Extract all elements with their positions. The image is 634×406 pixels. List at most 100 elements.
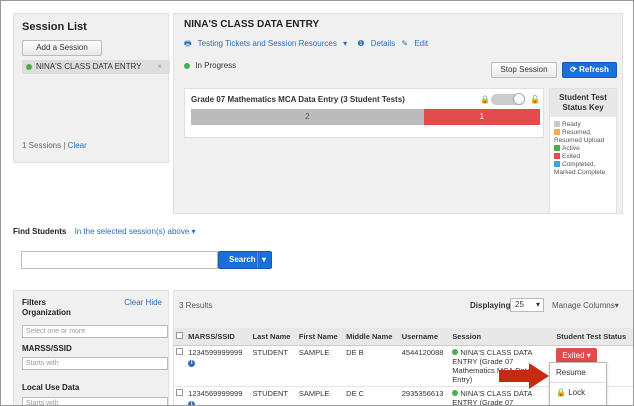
find-students-label: Find Students — [13, 227, 67, 236]
session-list-item-label: NINA'S CLASS DATA ENTRY — [36, 62, 142, 71]
select-all-header[interactable] — [174, 328, 187, 346]
middle-name-cell: DE B — [344, 345, 400, 387]
info-icon: ❶ — [357, 39, 365, 48]
edit-link[interactable]: Edit — [414, 39, 428, 48]
session-list-title: Session List — [22, 21, 87, 33]
middle-name-cell: DE C — [344, 386, 400, 405]
session-list-panel: Session List Add a Session NINA'S CLASS … — [13, 13, 170, 163]
refresh-button-label: Refresh — [579, 65, 609, 74]
col-header-first-name[interactable]: First Name — [296, 328, 345, 346]
status-key-label: Completed, Marked Complete — [554, 161, 606, 176]
marss-cell: 1234569999999 i — [186, 386, 251, 405]
red-arrow-shape — [499, 363, 549, 389]
student-search-input[interactable] — [21, 251, 218, 269]
unlock-icon: 🔓 — [530, 95, 540, 104]
details-link[interactable]: Details — [371, 39, 395, 48]
marss-value: 1234599999999 — [188, 348, 243, 357]
col-header-middle-name[interactable]: Middle Name — [344, 328, 400, 346]
lock-toggle[interactable] — [491, 93, 525, 105]
add-session-button[interactable]: Add a Session — [22, 40, 102, 56]
lock-icon: 🔒 — [556, 388, 566, 397]
test-progress-card: Grade 07 Mathematics MCA Data Entry (3 S… — [184, 88, 544, 138]
active-status-dot-icon — [452, 390, 459, 396]
col-header-username[interactable]: Username — [399, 328, 451, 346]
caret-down-icon: ▾ — [614, 301, 619, 310]
status-key-item: Completed, Marked Complete — [550, 161, 616, 177]
find-scope-label: In the selected session(s) above — [74, 227, 190, 236]
session-status-label: In Progress — [195, 61, 237, 70]
session-list-item[interactable]: NINA'S CLASS DATA ENTRY × — [22, 60, 170, 74]
last-name-cell: STUDENT — [250, 386, 297, 405]
status-key-item: Active — [550, 145, 616, 153]
sessions-count-text: 1 Sessions | — [22, 141, 66, 150]
in-progress-dot-icon — [184, 63, 190, 69]
status-swatch — [554, 145, 560, 151]
ticket-icon: 🖶 — [184, 39, 192, 48]
local-use-filter-label: Local Use Data — [22, 383, 80, 392]
remove-session-icon[interactable]: × — [157, 60, 162, 74]
find-students-row: Find Students In the selected session(s)… — [13, 227, 196, 236]
status-key-label: Ready — [562, 121, 581, 128]
test-title: Grade 07 Mathematics MCA Data Entry (3 S… — [191, 95, 405, 104]
test-status-label: Exited — [562, 351, 585, 360]
caret-down-icon[interactable]: ▾ — [256, 252, 266, 268]
username-cell: 2935356613 — [399, 386, 451, 405]
row-select-cell — [174, 345, 187, 387]
status-swatch — [554, 129, 560, 135]
col-header-session[interactable]: Session — [450, 328, 555, 346]
status-key-item: Exited — [550, 153, 616, 161]
row-select-cell — [174, 386, 187, 405]
first-name-cell: SAMPLE — [296, 345, 345, 387]
status-swatch — [554, 121, 560, 127]
organization-label: Organization — [22, 308, 71, 317]
row-checkbox[interactable] — [176, 348, 183, 355]
local-use-filter-input[interactable]: Starts with — [22, 397, 168, 405]
col-header-marss[interactable]: MARSS/SSID — [186, 328, 251, 346]
marss-filter-input[interactable]: Starts with — [22, 357, 168, 370]
exited-segment: 1 — [423, 109, 540, 125]
test-status-menu: Resume 🔒 Lock — [549, 362, 607, 405]
refresh-button[interactable]: ⟳ Refresh — [562, 62, 617, 78]
caret-down-icon: ▾ — [535, 300, 540, 309]
ready-segment: 2 — [191, 109, 424, 125]
last-name-cell: STUDENT — [250, 345, 297, 387]
search-button[interactable]: Search ▾ — [218, 251, 272, 269]
info-icon[interactable]: i — [188, 401, 196, 405]
first-name-cell: SAMPLE — [296, 386, 345, 405]
stop-session-button[interactable]: Stop Session — [491, 62, 557, 78]
col-header-last-name[interactable]: Last Name — [250, 328, 297, 346]
page-size-select[interactable]: 25 ▾ — [510, 298, 544, 312]
caret-down-icon: ▾ — [586, 351, 591, 360]
app-frame: Session List Add a Session NINA'S CLASS … — [0, 0, 634, 406]
session-value: NINA'S CLASS DATA ENTRY (Grade 07 Mathem… — [452, 389, 532, 406]
resume-menu-item[interactable]: Resume — [550, 363, 606, 383]
marss-cell: 1234599999999 i — [186, 345, 251, 387]
select-all-checkbox[interactable] — [176, 332, 183, 339]
clear-hide-links[interactable]: Clear Hide — [124, 298, 162, 307]
organization-select[interactable]: Select one or more — [22, 325, 168, 338]
status-swatch — [554, 161, 560, 167]
lock-menu-item[interactable]: 🔒 Lock — [550, 383, 606, 403]
session-detail-panel: NINA'S CLASS DATA ENTRY 🖶 Testing Ticket… — [173, 13, 623, 214]
status-key-label: Resumed, Resumed Upload — [554, 129, 605, 144]
manage-columns-button[interactable]: Manage Columns▾ — [552, 301, 619, 310]
session-cell: NINA'S CLASS DATA ENTRY (Grade 07 Mathem… — [450, 386, 555, 406]
filters-panel: Filters Organization Clear Hide Select o… — [13, 290, 169, 405]
active-status-dot-icon — [26, 64, 32, 70]
manage-columns-label: Manage Columns — [552, 301, 615, 310]
find-scope-dropdown[interactable]: In the selected session(s) above ▾ — [75, 227, 196, 236]
col-header-status[interactable]: Student Test Status — [554, 328, 633, 346]
status-key-item: Ready — [550, 121, 616, 129]
info-icon[interactable]: i — [188, 360, 196, 367]
test-status-dropdown[interactable]: Exited ▾ — [556, 348, 597, 363]
filters-title: Filters Organization — [22, 298, 71, 318]
marss-value: 1234569999999 — [188, 389, 243, 398]
page-size-value: 25 — [515, 300, 524, 309]
session-toolbar: 🖶 Testing Tickets and Session Resources … — [184, 38, 432, 52]
tickets-resources-link[interactable]: Testing Tickets and Session Resources — [198, 39, 337, 48]
lock-icon: 🔒 — [480, 95, 490, 104]
row-checkbox[interactable] — [176, 389, 183, 396]
status-key-label: Exited — [562, 153, 581, 160]
clear-sessions-link[interactable]: Clear — [68, 141, 87, 150]
caret-down-icon[interactable]: ▾ — [343, 39, 347, 48]
